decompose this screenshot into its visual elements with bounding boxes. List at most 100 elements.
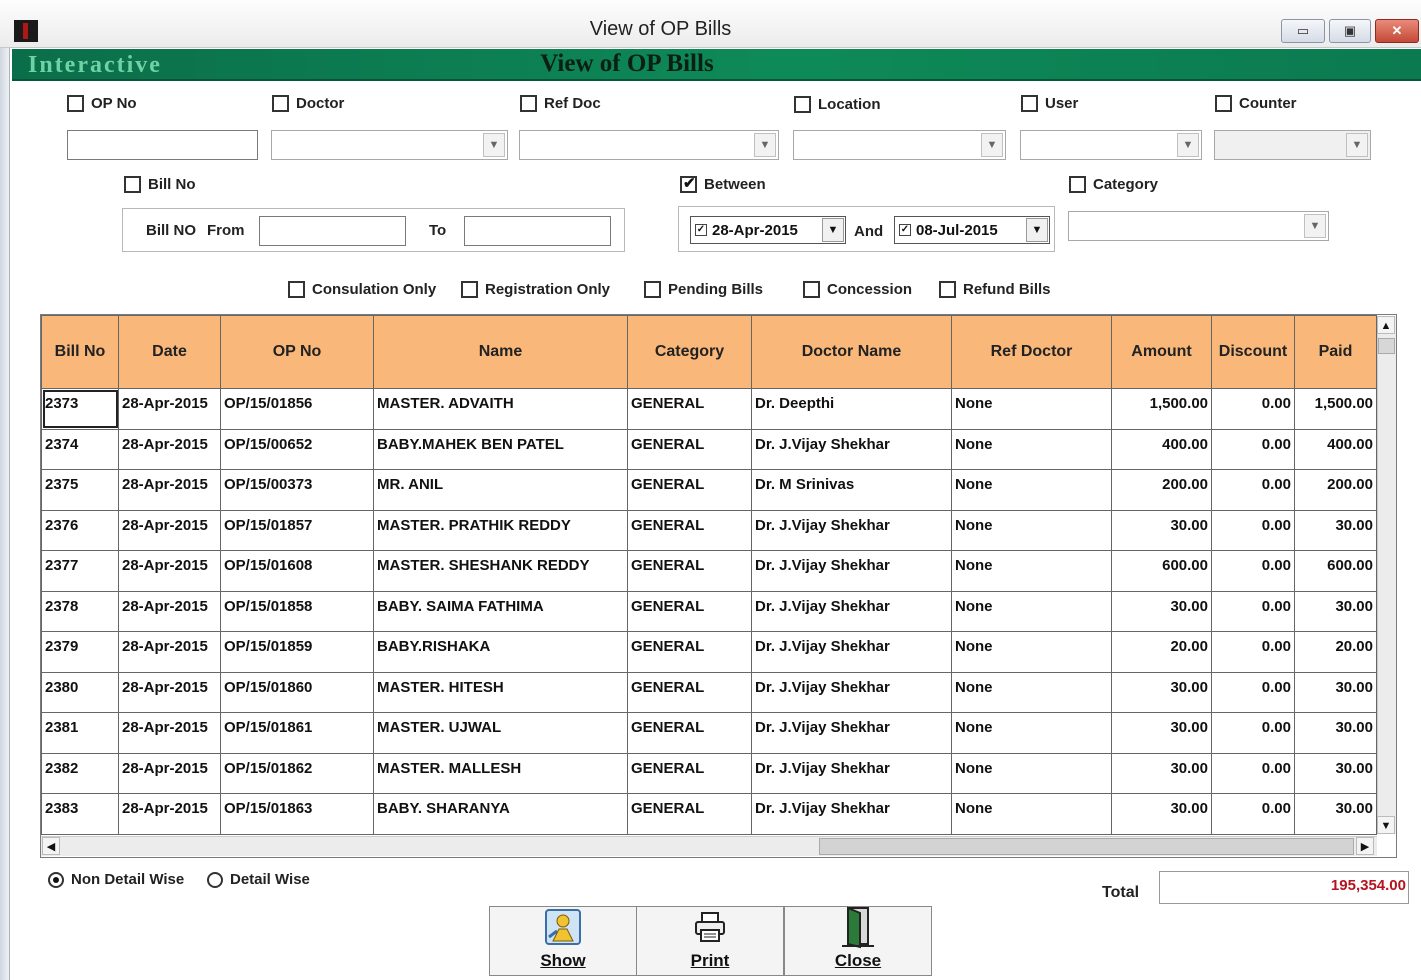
table-row[interactable]: 2374 28-Apr-2015 OP/15/00652 BABY.MAHEK BEN… bbox=[41, 428, 1377, 470]
chevron-down-icon[interactable]: ▼ bbox=[1304, 214, 1326, 238]
table-cell[interactable]: 30.00 bbox=[1294, 712, 1377, 754]
table-cell[interactable]: BABY. SAIMA FATHIMA bbox=[373, 590, 628, 632]
table-row[interactable]: 2380 28-Apr-2015 OP/15/01860 MASTER. HITESH… bbox=[41, 671, 1377, 713]
column-header[interactable]: Discount bbox=[1211, 315, 1295, 389]
table-cell[interactable]: 28-Apr-2015 bbox=[118, 550, 221, 592]
table-row[interactable]: 2373 28-Apr-2015 OP/15/01856 MASTER. ADVAIT… bbox=[41, 388, 1377, 430]
table-cell[interactable]: OP/15/01861 bbox=[220, 712, 374, 754]
table-cell[interactable]: OP/15/01863 bbox=[220, 793, 374, 835]
table-cell[interactable]: 2375 bbox=[41, 469, 119, 511]
table-cell[interactable]: MASTER. HITESH bbox=[373, 671, 628, 713]
table-cell[interactable]: None bbox=[951, 428, 1112, 470]
non-detail-wise-radio-dot[interactable] bbox=[48, 871, 64, 888]
table-row[interactable]: 2376 28-Apr-2015 OP/15/01857 MASTER. PRATHI… bbox=[41, 509, 1377, 551]
column-header[interactable]: Ref Doctor bbox=[951, 315, 1112, 389]
table-cell[interactable]: 2373 bbox=[41, 388, 119, 430]
column-header[interactable]: Bill No bbox=[41, 315, 119, 389]
table-row[interactable]: 2383 28-Apr-2015 OP/15/01863 BABY. SHARANYA… bbox=[41, 793, 1377, 835]
table-cell[interactable]: 28-Apr-2015 bbox=[118, 469, 221, 511]
table-cell[interactable]: 30.00 bbox=[1294, 793, 1377, 835]
table-cell[interactable]: None bbox=[951, 388, 1112, 430]
concession-checkbox[interactable]: Concession bbox=[803, 281, 912, 298]
table-cell[interactable]: 2381 bbox=[41, 712, 119, 754]
vertical-scroll-thumb[interactable] bbox=[1378, 338, 1395, 354]
user-select[interactable]: ▼ bbox=[1020, 130, 1202, 160]
table-cell[interactable]: Dr. J.Vijay Shekhar bbox=[751, 671, 952, 713]
table-cell[interactable]: 28-Apr-2015 bbox=[118, 752, 221, 794]
registration-only-box[interactable] bbox=[461, 281, 478, 298]
concession-box[interactable] bbox=[803, 281, 820, 298]
op-no-checkbox[interactable]: OP No bbox=[67, 95, 137, 112]
table-cell[interactable]: 30.00 bbox=[1111, 712, 1212, 754]
table-cell[interactable]: 1,500.00 bbox=[1111, 388, 1212, 430]
table-cell[interactable]: MASTER. PRATHIK REDDY bbox=[373, 509, 628, 551]
table-cell[interactable]: Dr. J.Vijay Shekhar bbox=[751, 550, 952, 592]
table-cell[interactable]: GENERAL bbox=[627, 550, 752, 592]
table-cell[interactable]: MASTER. MALLESH bbox=[373, 752, 628, 794]
date-enabled-check-icon[interactable]: ✓ bbox=[695, 224, 707, 236]
counter-select[interactable]: ▼ bbox=[1214, 130, 1371, 160]
column-header[interactable]: Amount bbox=[1111, 315, 1212, 389]
table-cell[interactable]: Dr. J.Vijay Shekhar bbox=[751, 712, 952, 754]
table-cell[interactable]: GENERAL bbox=[627, 469, 752, 511]
table-cell[interactable]: 30.00 bbox=[1294, 509, 1377, 551]
table-cell[interactable]: Dr. J.Vijay Shekhar bbox=[751, 509, 952, 551]
maximize-button[interactable]: ▣ bbox=[1329, 19, 1371, 43]
table-row[interactable]: 2375 28-Apr-2015 OP/15/00373 MR. ANIL GENERA… bbox=[41, 469, 1377, 511]
user-checkbox[interactable]: User bbox=[1021, 95, 1078, 112]
close-window-button[interactable]: ✕ bbox=[1375, 19, 1419, 43]
table-cell[interactable]: 0.00 bbox=[1211, 631, 1295, 673]
location-select[interactable]: ▼ bbox=[793, 130, 1006, 160]
table-cell[interactable]: 600.00 bbox=[1111, 550, 1212, 592]
table-cell[interactable]: 30.00 bbox=[1111, 793, 1212, 835]
table-cell[interactable]: None bbox=[951, 752, 1112, 794]
table-cell[interactable]: GENERAL bbox=[627, 509, 752, 551]
table-cell[interactable]: OP/15/01862 bbox=[220, 752, 374, 794]
pending-bills-box[interactable] bbox=[644, 281, 661, 298]
non-detail-wise-radio[interactable]: Non Detail Wise bbox=[48, 871, 184, 888]
scroll-up-icon[interactable]: ▲ bbox=[1377, 316, 1395, 334]
chevron-down-icon[interactable]: ▼ bbox=[483, 133, 505, 157]
between-checkbox-box[interactable] bbox=[680, 174, 697, 193]
table-cell[interactable]: MASTER. ADVAITH bbox=[373, 388, 628, 430]
category-checkbox-box[interactable] bbox=[1069, 176, 1086, 193]
table-row[interactable]: 2378 28-Apr-2015 OP/15/01858 BABY. SAIMA FA… bbox=[41, 590, 1377, 632]
table-cell[interactable]: 2378 bbox=[41, 590, 119, 632]
refund-bills-box[interactable] bbox=[939, 281, 956, 298]
bills-grid[interactable]: Bill No Date OP No Name Category Doctor Name R… bbox=[40, 314, 1397, 858]
column-header[interactable]: Category bbox=[627, 315, 752, 389]
doctor-checkbox-box[interactable] bbox=[272, 95, 289, 112]
table-cell[interactable]: 30.00 bbox=[1111, 671, 1212, 713]
table-cell[interactable]: 28-Apr-2015 bbox=[118, 793, 221, 835]
table-cell[interactable]: 30.00 bbox=[1111, 590, 1212, 632]
table-cell[interactable]: 200.00 bbox=[1111, 469, 1212, 511]
table-cell[interactable]: 30.00 bbox=[1294, 590, 1377, 632]
chevron-down-icon[interactable]: ▼ bbox=[1177, 133, 1199, 157]
category-select[interactable]: ▼ bbox=[1068, 211, 1329, 241]
table-cell[interactable]: BABY. SHARANYA bbox=[373, 793, 628, 835]
table-cell[interactable]: Dr. J.Vijay Shekhar bbox=[751, 590, 952, 632]
chevron-down-icon[interactable]: ▼ bbox=[981, 133, 1003, 157]
counter-checkbox[interactable]: Counter bbox=[1215, 95, 1297, 112]
table-cell[interactable]: 2382 bbox=[41, 752, 119, 794]
column-header[interactable]: Paid bbox=[1294, 315, 1377, 389]
category-checkbox[interactable]: Category bbox=[1069, 176, 1158, 193]
table-cell[interactable]: 0.00 bbox=[1211, 752, 1295, 794]
column-header[interactable]: Date bbox=[118, 315, 221, 389]
table-cell[interactable]: GENERAL bbox=[627, 631, 752, 673]
bill-to-input[interactable] bbox=[464, 216, 611, 246]
table-cell[interactable]: MR. ANIL bbox=[373, 469, 628, 511]
print-button[interactable]: Print bbox=[636, 906, 784, 976]
table-cell[interactable]: None bbox=[951, 712, 1112, 754]
table-cell[interactable]: 30.00 bbox=[1294, 671, 1377, 713]
bill-from-input[interactable] bbox=[259, 216, 406, 246]
table-cell[interactable]: None bbox=[951, 509, 1112, 551]
table-cell[interactable]: Dr. J.Vijay Shekhar bbox=[751, 631, 952, 673]
refund-bills-checkbox[interactable]: Refund Bills bbox=[939, 281, 1051, 298]
table-cell[interactable]: 28-Apr-2015 bbox=[118, 590, 221, 632]
table-cell[interactable]: Dr. M Srinivas bbox=[751, 469, 952, 511]
table-row[interactable]: 2382 28-Apr-2015 OP/15/01862 MASTER. MALLES… bbox=[41, 752, 1377, 794]
table-cell[interactable]: 20.00 bbox=[1294, 631, 1377, 673]
between-checkbox[interactable]: Between bbox=[680, 174, 766, 193]
doctor-checkbox[interactable]: Doctor bbox=[272, 95, 344, 112]
